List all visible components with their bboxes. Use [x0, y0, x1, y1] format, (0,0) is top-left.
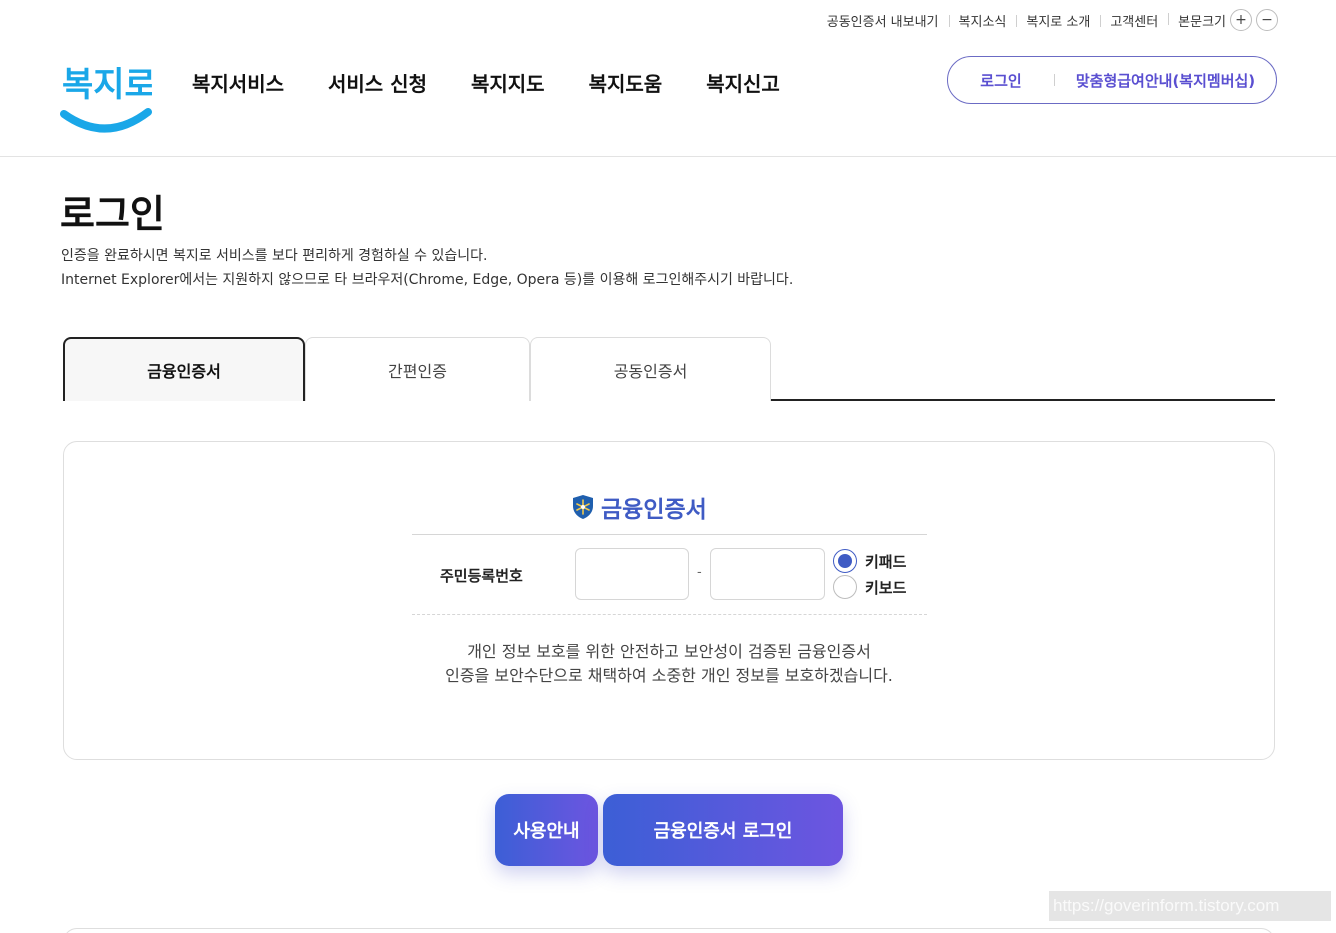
nav-welfare-help[interactable]: 복지도움 [589, 68, 663, 97]
radio-keyboard-label: 키보드 [865, 578, 907, 597]
panel-title: 금융인증서 [601, 497, 707, 523]
rrn-label: 주민등록번호 [440, 567, 523, 585]
tab-simple-auth[interactable]: 간편인증 [305, 337, 530, 401]
financial-cert-login-button[interactable]: 금융인증서 로그인 [603, 794, 843, 866]
panel-heading: 금융인증서 [571, 490, 707, 524]
shield-icon [573, 495, 593, 519]
header-divider [0, 156, 1336, 157]
note-line: 인증을 보안수단으로 채택하여 소중한 개인 정보를 보호하겠습니다. [445, 666, 893, 685]
nav-service-apply[interactable]: 서비스 신청 [328, 68, 427, 97]
auth-tabs: 금융인증서 간편인증 공동인증서 [63, 337, 1275, 401]
font-increase-button[interactable]: + [1230, 9, 1252, 31]
page-title: 로그인 [60, 192, 165, 236]
radio-checked-icon[interactable] [833, 549, 857, 573]
font-size-label: 본문크기 [1178, 14, 1226, 30]
radio-keypad[interactable]: 키패드 [833, 549, 906, 573]
export-certificate-link[interactable]: 공동인증서 내보내기 [817, 11, 949, 30]
utility-bar: 공동인증서 내보내기 복지소식 복지로 소개 고객센터 본문크기 + − [817, 9, 1278, 31]
font-decrease-button[interactable]: − [1256, 9, 1278, 31]
rrn-dash: - [697, 565, 702, 580]
header-login-link[interactable]: 로그인 [948, 70, 1054, 91]
tab-joint-certificate[interactable]: 공동인증서 [530, 337, 771, 401]
radio-keyboard[interactable]: 키보드 [833, 575, 906, 599]
radio-keypad-label: 키패드 [865, 552, 907, 571]
rrn-first-input[interactable] [575, 548, 689, 600]
rrn-form-row: 주민등록번호 - 키패드 키보드 [412, 534, 927, 615]
next-section-panel [63, 928, 1275, 933]
financial-cert-panel: 금융인증서 주민등록번호 - 키패드 키보드 개인 정보 보호를 위한 안전하고… [63, 441, 1275, 760]
logo-smile-icon [60, 108, 152, 133]
watermark: https://goverinform.tistory.com [1049, 891, 1331, 921]
nav-welfare-services[interactable]: 복지서비스 [192, 68, 284, 97]
header-login-box: 로그인 맞춤형급여안내(복지멤버십) [947, 56, 1277, 104]
page-description: 인증을 완료하시면 복지로 서비스를 보다 편리하게 경험하실 수 있습니다. … [61, 244, 793, 292]
rrn-second-input[interactable] [710, 548, 825, 600]
font-size-control: 본문크기 + − [1168, 9, 1278, 31]
logo-text: 복지로 [62, 65, 152, 105]
bokjiro-logo[interactable]: 복지로 [60, 52, 152, 138]
nav-welfare-report[interactable]: 복지신고 [706, 68, 780, 97]
description-line: 인증을 완료하시면 복지로 서비스를 보다 편리하게 경험하실 수 있습니다. [61, 248, 488, 264]
about-link[interactable]: 복지로 소개 [1016, 11, 1100, 30]
tab-financial-certificate[interactable]: 금융인증서 [63, 337, 305, 401]
customer-center-link[interactable]: 고객센터 [1100, 11, 1168, 30]
security-note: 개인 정보 보호를 위한 안전하고 보안성이 검증된 금융인증서 인증을 보안수… [64, 640, 1274, 688]
welfare-news-link[interactable]: 복지소식 [948, 11, 1017, 30]
membership-link[interactable]: 맞춤형급여안내(복지멤버십) [1055, 70, 1276, 91]
main-nav: 복지서비스 서비스 신청 복지지도 복지도움 복지신고 [192, 68, 824, 97]
user-guide-button[interactable]: 사용안내 [495, 794, 598, 866]
radio-unchecked-icon[interactable] [833, 575, 857, 599]
nav-welfare-map[interactable]: 복지지도 [471, 68, 545, 97]
note-line: 개인 정보 보호를 위한 안전하고 보안성이 검증된 금융인증서 [467, 642, 871, 661]
description-line: Internet Explorer에서는 지원하지 않으므로 타 브라우저(Ch… [61, 272, 794, 288]
